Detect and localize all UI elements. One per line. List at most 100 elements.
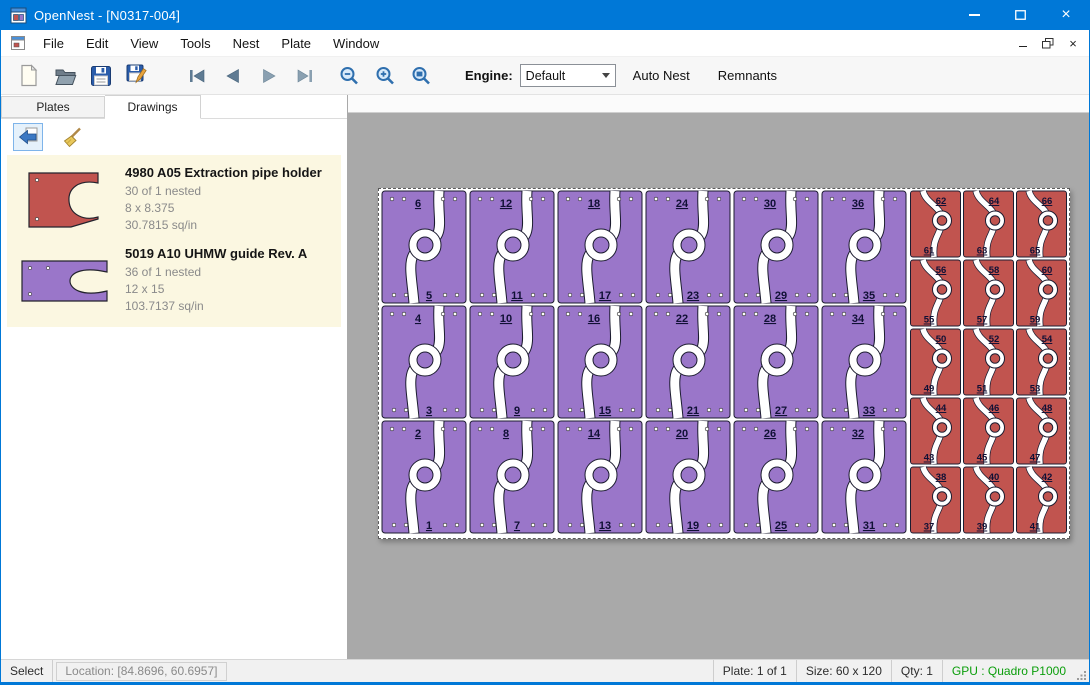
auto-nest-button[interactable]: Auto Nest [622, 61, 701, 91]
nested-pair-purple[interactable]: 2019 [646, 421, 730, 533]
nested-pair-red[interactable]: 5251 [964, 329, 1014, 395]
nested-pair-red[interactable]: 4039 [964, 467, 1014, 533]
part-number: 28 [764, 313, 776, 325]
panel-empty-space [1, 327, 347, 659]
zoom-fit-button[interactable] [403, 60, 439, 92]
maximize-button[interactable] [997, 0, 1043, 30]
part-number: 25 [775, 520, 787, 532]
part-number: 17 [599, 290, 611, 302]
mdi-restore-button[interactable] [1037, 34, 1059, 53]
save-button[interactable] [83, 60, 119, 92]
nested-pair-purple[interactable]: 2221 [646, 306, 730, 418]
menu-window[interactable]: Window [322, 30, 390, 56]
nested-pair-purple[interactable]: 21 [382, 421, 466, 533]
part-number: 50 [936, 334, 947, 345]
menu-tools[interactable]: Tools [169, 30, 221, 56]
engine-select[interactable]: Default [520, 64, 616, 87]
part-number: 4 [415, 313, 422, 325]
nested-pair-red[interactable]: 4645 [964, 398, 1014, 464]
new-button[interactable] [11, 60, 47, 92]
menu-view[interactable]: View [119, 30, 169, 56]
nested-pair-red[interactable]: 5857 [964, 260, 1014, 326]
nested-pair-red[interactable]: 4847 [1017, 398, 1067, 464]
nest-canvas[interactable]: 6512111817242330293635431091615222128273… [348, 95, 1089, 659]
nest-plate-svg[interactable]: 6512111817242330293635431091615222128273… [379, 189, 1069, 538]
main-toolbar: Engine: Default Auto Nest Remnants [1, 57, 1089, 95]
mdi-close-button[interactable]: × [1062, 34, 1084, 53]
panel-tabstrip: Plates Drawings [1, 95, 347, 119]
window-title: OpenNest - [N0317-004] [34, 8, 180, 23]
close-button[interactable]: × [1043, 0, 1089, 30]
status-separator [52, 660, 53, 682]
remnants-button[interactable]: Remnants [707, 61, 788, 91]
nested-pair-purple[interactable]: 2827 [734, 306, 818, 418]
nested-pair-red[interactable]: 6463 [964, 191, 1014, 257]
status-size: Size: 60 x 120 [797, 660, 891, 682]
nested-pair-purple[interactable]: 65 [382, 191, 466, 303]
nested-pair-red[interactable]: 42 41 [1017, 467, 1067, 533]
nested-pair-red[interactable]: 4443 [911, 398, 961, 464]
part-number: 63 [977, 246, 988, 257]
engine-selected-value: Default [526, 69, 566, 83]
nested-pair-red[interactable]: 6665 [1017, 191, 1067, 257]
open-button[interactable] [47, 60, 83, 92]
zoom-fit-icon [410, 65, 432, 87]
resize-grip[interactable] [1075, 660, 1089, 682]
nested-pair-purple[interactable]: 2423 [646, 191, 730, 303]
nested-pair-purple[interactable]: 87 [470, 421, 554, 533]
nested-pair-red[interactable]: 3837 [911, 467, 961, 533]
minimize-button[interactable] [951, 0, 997, 30]
plate[interactable]: 6512111817242330293635431091615222128273… [378, 188, 1070, 539]
nav-first-icon [186, 65, 208, 87]
tab-drawings[interactable]: Drawings [105, 95, 201, 119]
part-number: 62 [936, 196, 947, 207]
nested-pair-purple[interactable]: 2625 [734, 421, 818, 533]
import-drawing-button[interactable] [13, 123, 43, 151]
menu-edit[interactable]: Edit [75, 30, 119, 56]
drawing-size: 8 x 8.375 [125, 200, 322, 217]
nav-prev-button[interactable] [215, 60, 251, 92]
nested-pair-purple[interactable]: 1211 [470, 191, 554, 303]
minimize-icon [969, 14, 980, 16]
part-number: 35 [863, 290, 875, 302]
nested-pair-red[interactable]: 5453 [1017, 329, 1067, 395]
nested-pair-red[interactable]: 6059 [1017, 260, 1067, 326]
part-number: 56 [936, 265, 947, 276]
nested-pair-red[interactable]: 5049 [911, 329, 961, 395]
part-number: 24 [676, 198, 689, 210]
mdi-minimize-button[interactable] [1012, 34, 1034, 53]
nav-first-button[interactable] [179, 60, 215, 92]
drawing-item-extraction-pipe-holder[interactable]: 4980 A05 Extraction pipe holder 30 of 1 … [7, 159, 341, 240]
part-number: 43 [924, 453, 935, 464]
part-number: 41 [1030, 522, 1041, 533]
nested-pair-purple[interactable]: 1817 [558, 191, 642, 303]
tab-plates[interactable]: Plates [1, 96, 105, 118]
nested-pair-red[interactable]: 6261 [911, 191, 961, 257]
nested-pair-purple[interactable]: 3635 [822, 191, 906, 303]
nested-pair-purple[interactable]: 1413 [558, 421, 642, 533]
zoom-out-icon [338, 65, 360, 87]
nested-pair-red[interactable]: 5655 [911, 260, 961, 326]
nested-pair-purple[interactable]: 109 [470, 306, 554, 418]
part-number: 9 [514, 405, 520, 417]
nested-pair-purple[interactable]: 3029 [734, 191, 818, 303]
part-number: 42 [1042, 472, 1053, 483]
nav-next-button[interactable] [251, 60, 287, 92]
menu-nest[interactable]: Nest [222, 30, 271, 56]
part-number: 19 [687, 520, 699, 532]
nested-pair-purple[interactable]: 3231 [822, 421, 906, 533]
nested-pair-purple[interactable]: 3433 [822, 306, 906, 418]
nav-last-button[interactable] [287, 60, 323, 92]
drawing-item-uhmw-guide[interactable]: 5019 A10 UHMW guide Rev. A 36 of 1 neste… [7, 240, 341, 321]
nested-pair-purple[interactable]: 43 [382, 306, 466, 418]
save-as-button[interactable] [119, 60, 155, 92]
zoom-in-button[interactable] [367, 60, 403, 92]
part-number: 20 [676, 428, 688, 440]
zoom-out-button[interactable] [331, 60, 367, 92]
menu-plate[interactable]: Plate [270, 30, 322, 56]
menu-file[interactable]: File [32, 30, 75, 56]
nested-pair-purple[interactable]: 1615 [558, 306, 642, 418]
part-number: 53 [1030, 384, 1041, 395]
clean-button[interactable] [57, 123, 87, 151]
part-number: 40 [989, 472, 1000, 483]
